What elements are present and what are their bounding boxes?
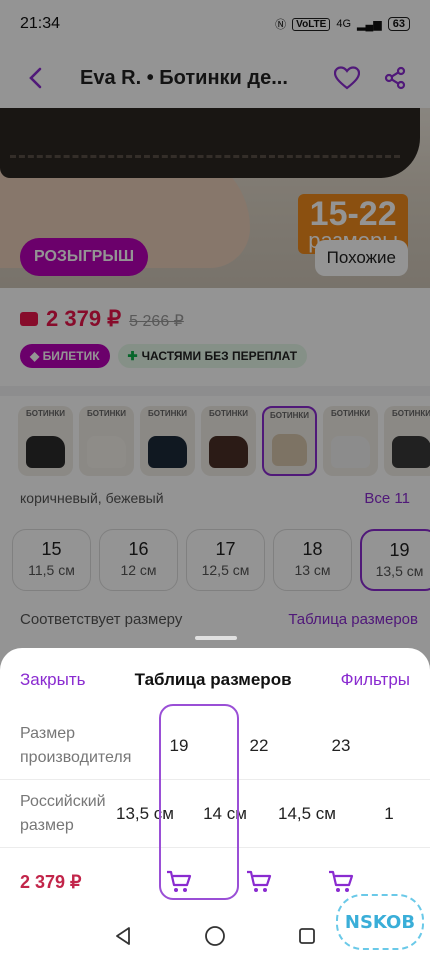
russian-size-row: Российский размер 13,5 см 14 см 14,5 см … <box>0 780 430 848</box>
table-cell[interactable]: 19 <box>140 736 218 756</box>
table-cell[interactable]: 13,5 см <box>106 804 184 824</box>
add-to-cart-button[interactable] <box>300 870 382 894</box>
sheet-price: 2 379 ₽ <box>20 871 82 892</box>
back-triangle-icon[interactable] <box>114 926 132 946</box>
watermark-logo: NSKOB <box>336 894 424 950</box>
size-table: Размер производителя 19 22 23 Российский… <box>0 704 430 916</box>
table-cell[interactable]: 22 <box>218 736 300 756</box>
manufacturer-size-label: Размер производителя <box>20 724 132 766</box>
table-cell[interactable]: 14,5 см <box>266 804 348 824</box>
filters-button[interactable]: Фильтры <box>341 670 410 690</box>
add-to-cart-button[interactable] <box>140 870 218 894</box>
size-table-sheet: Закрыть Таблица размеров Фильтры Размер … <box>0 636 430 960</box>
add-to-cart-button[interactable] <box>218 870 300 894</box>
sheet-drag-handle[interactable] <box>195 636 237 640</box>
table-cell[interactable]: 23 <box>300 736 382 756</box>
manufacturer-size-row: Размер производителя 19 22 23 <box>0 712 430 780</box>
sheet-header: Закрыть Таблица размеров Фильтры <box>0 648 430 712</box>
close-button[interactable]: Закрыть <box>20 670 85 690</box>
recents-square-icon[interactable] <box>298 927 316 945</box>
russian-size-label: Российский размер <box>20 792 106 834</box>
sheet-title: Таблица размеров <box>134 670 292 689</box>
table-cell[interactable]: 1 <box>348 804 430 824</box>
home-circle-icon[interactable] <box>204 925 226 947</box>
cart-icon <box>167 870 192 892</box>
cart-icon <box>247 870 272 892</box>
cart-icon <box>329 870 354 892</box>
table-cell[interactable]: 14 см <box>184 804 266 824</box>
